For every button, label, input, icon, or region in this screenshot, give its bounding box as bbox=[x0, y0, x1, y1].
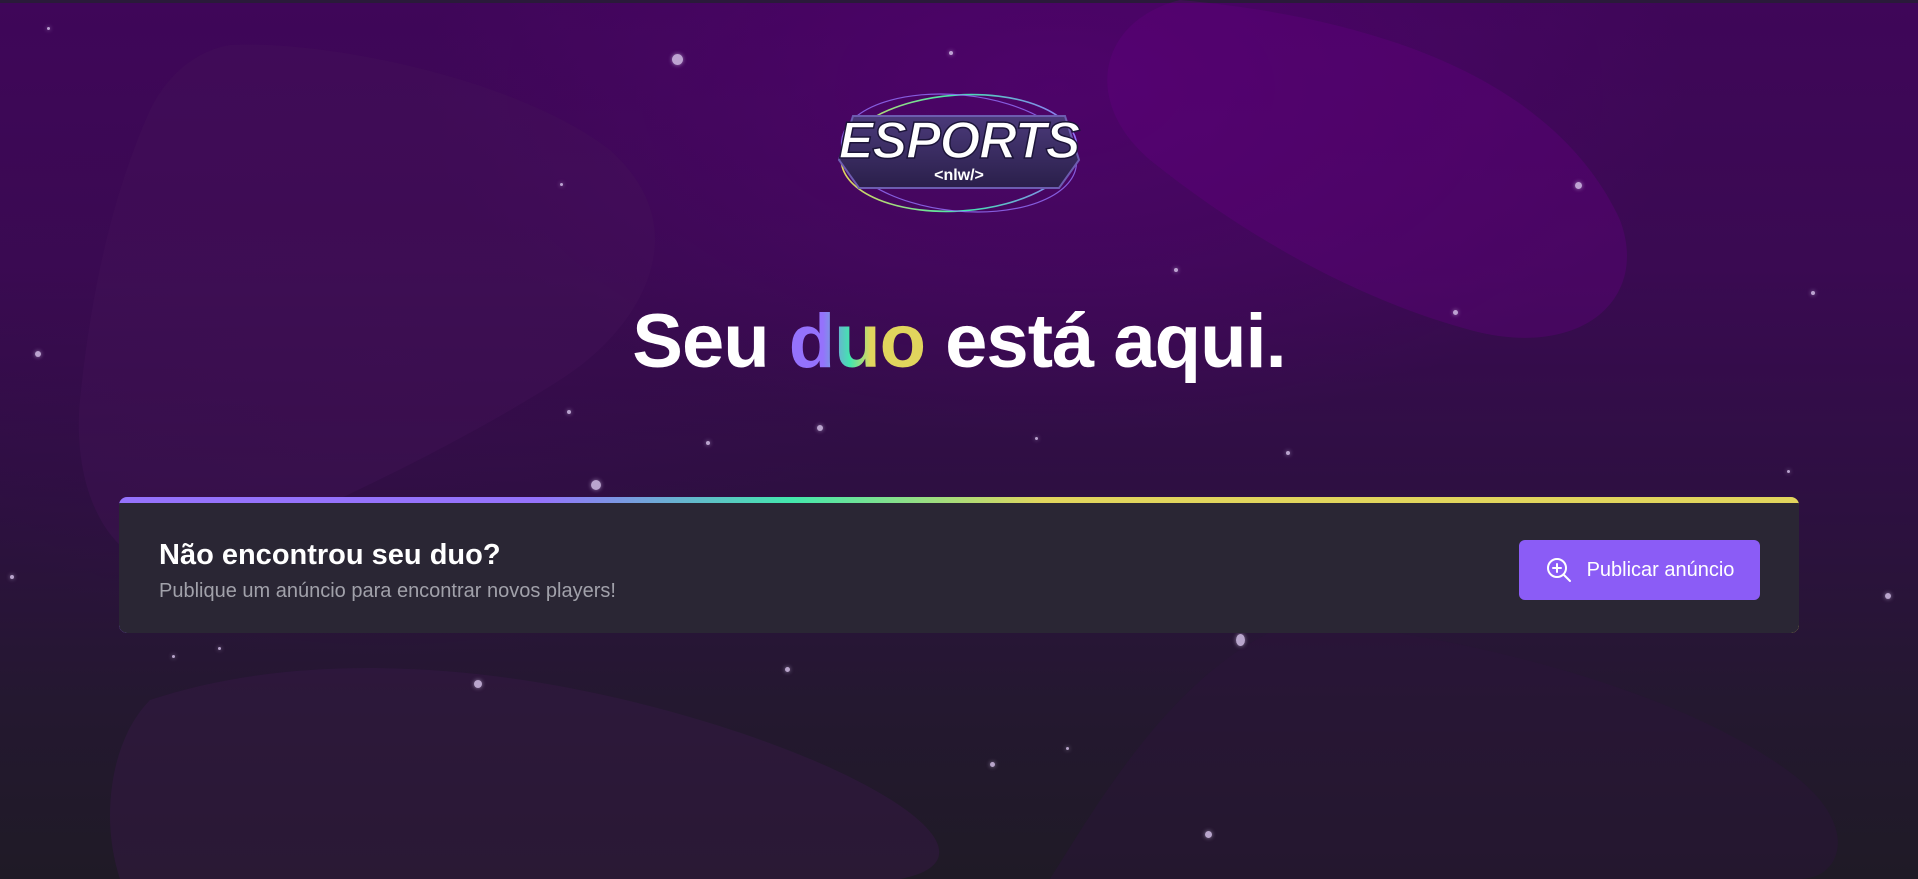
star bbox=[1066, 747, 1069, 750]
banner-subtitle: Publique um anúncio para encontrar novos… bbox=[159, 580, 616, 602]
headline-before: Seu bbox=[632, 299, 789, 384]
esports-logo: ESPORTS <nlw/> bbox=[837, 93, 1082, 213]
star bbox=[785, 667, 790, 672]
publish-ad-banner: Não encontrou seu duo? Publique um anúnc… bbox=[119, 497, 1799, 633]
banner-content: Não encontrou seu duo? Publique um anúnc… bbox=[119, 503, 1799, 633]
star bbox=[567, 410, 571, 414]
star bbox=[172, 655, 175, 658]
headline-accent: duo bbox=[788, 299, 926, 384]
star bbox=[990, 762, 995, 767]
star bbox=[1575, 182, 1582, 189]
star bbox=[1205, 831, 1212, 838]
star bbox=[1811, 291, 1815, 295]
star bbox=[1286, 451, 1290, 455]
star bbox=[474, 680, 482, 688]
star bbox=[47, 27, 50, 30]
top-border bbox=[0, 0, 1918, 3]
magnifying-glass-plus-icon bbox=[1545, 556, 1573, 584]
star bbox=[817, 425, 823, 431]
star bbox=[560, 183, 563, 186]
star bbox=[949, 51, 953, 55]
star bbox=[1174, 268, 1178, 272]
star bbox=[706, 441, 710, 445]
star bbox=[1035, 437, 1038, 440]
logo-tag: <nlw/> bbox=[934, 167, 984, 184]
headline-after: está aqui. bbox=[925, 299, 1287, 384]
publish-ad-button-label: Publicar anúncio bbox=[1586, 558, 1735, 581]
star bbox=[10, 575, 14, 579]
star bbox=[672, 54, 683, 65]
star bbox=[591, 480, 601, 490]
star bbox=[1236, 634, 1245, 646]
star bbox=[1787, 470, 1790, 473]
star bbox=[1885, 593, 1891, 599]
logo-wordmark: ESPORTS bbox=[839, 112, 1081, 170]
page-title: Seu duo está aqui. bbox=[0, 296, 1918, 388]
star bbox=[218, 647, 221, 650]
publish-ad-button[interactable]: Publicar anúncio bbox=[1519, 540, 1760, 600]
banner-title: Não encontrou seu duo? bbox=[159, 539, 501, 571]
